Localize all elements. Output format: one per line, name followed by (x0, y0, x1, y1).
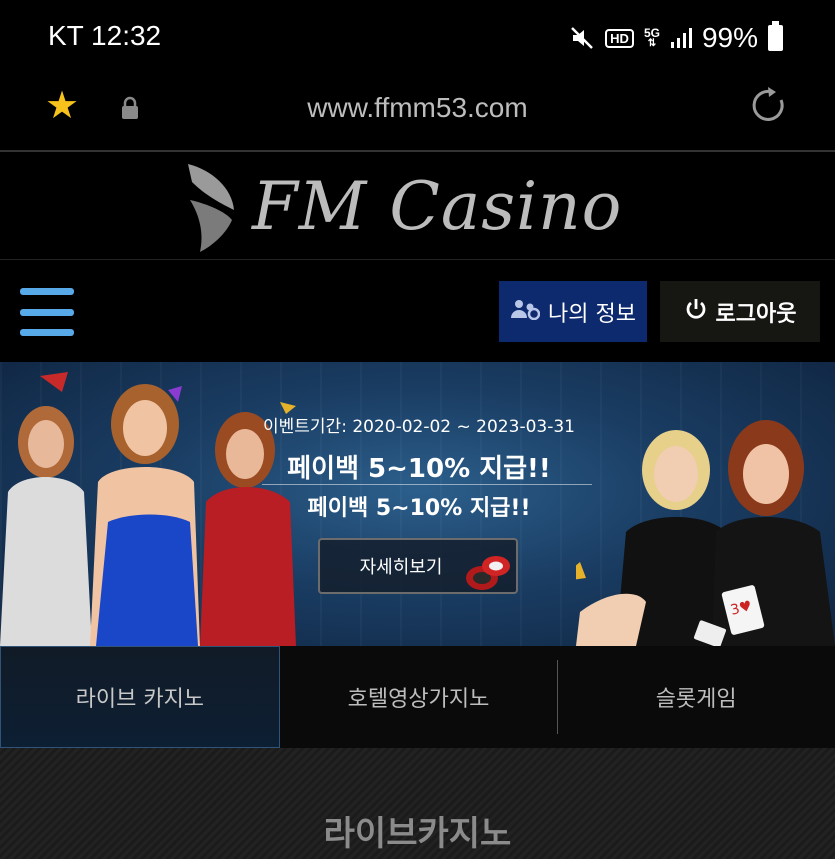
tab-hotel-video-casino[interactable]: 호텔영상가지노 (280, 646, 558, 748)
network-5g-icon: 5G ⇅ (643, 26, 660, 49)
tab-live-casino[interactable]: 라이브 카지노 (0, 646, 280, 748)
hamburger-menu-icon[interactable] (20, 288, 74, 336)
banner-models-right-image: 3♥ (576, 420, 835, 646)
promo-banner[interactable]: 3♥ 이벤트기간: 2020-02-02 ~ 2023-03-31 페이백 5~… (0, 362, 835, 646)
live-casino-section: 라이브카지노 (0, 748, 835, 859)
event-period: 이벤트기간: 2020-02-02 ~ 2023-03-31 (263, 417, 575, 437)
logo-text[interactable]: FM Casino (252, 168, 622, 245)
my-info-button[interactable]: 나의 정보 (499, 281, 647, 342)
users-gear-icon (510, 298, 541, 326)
battery-icon (768, 21, 783, 51)
my-info-label: 나의 정보 (548, 301, 636, 327)
section-title: 라이브카지노 (323, 814, 512, 854)
butterfly-logo-icon (182, 160, 244, 258)
status-icons: HD 5G ⇅ 99% (569, 20, 783, 56)
signal-icon (670, 27, 692, 49)
banner-subheadline: 페이백 5~10% 지급!! (307, 496, 531, 521)
mute-icon (569, 25, 595, 51)
view-details-label: 자세히보기 (359, 557, 443, 578)
carrier-time: KT 12:32 (48, 20, 162, 51)
top-nav: 나의 정보 로그아웃 (0, 262, 835, 362)
power-icon (684, 297, 708, 327)
casino-chips-icon (466, 556, 510, 590)
banner-headline: 페이백 5~10% 지급!! (287, 454, 551, 484)
logout-button[interactable]: 로그아웃 (660, 281, 820, 342)
game-category-tabs: 라이브 카지노 호텔영상가지노 슬롯게임 (0, 646, 835, 748)
tab-slot-game[interactable]: 슬롯게임 (557, 646, 835, 748)
status-bar: KT 12:32 HD 5G ⇅ 99% (0, 0, 835, 76)
logout-label: 로그아웃 (715, 301, 797, 327)
url-text[interactable]: www.ffmm53.com (0, 92, 835, 124)
browser-url-bar: ★ www.ffmm53.com (0, 76, 835, 152)
site-logo-band: FM Casino (0, 154, 835, 260)
battery-percent: 99% (701, 22, 758, 53)
hd-icon: HD (605, 28, 634, 48)
reload-icon[interactable] (750, 86, 790, 130)
